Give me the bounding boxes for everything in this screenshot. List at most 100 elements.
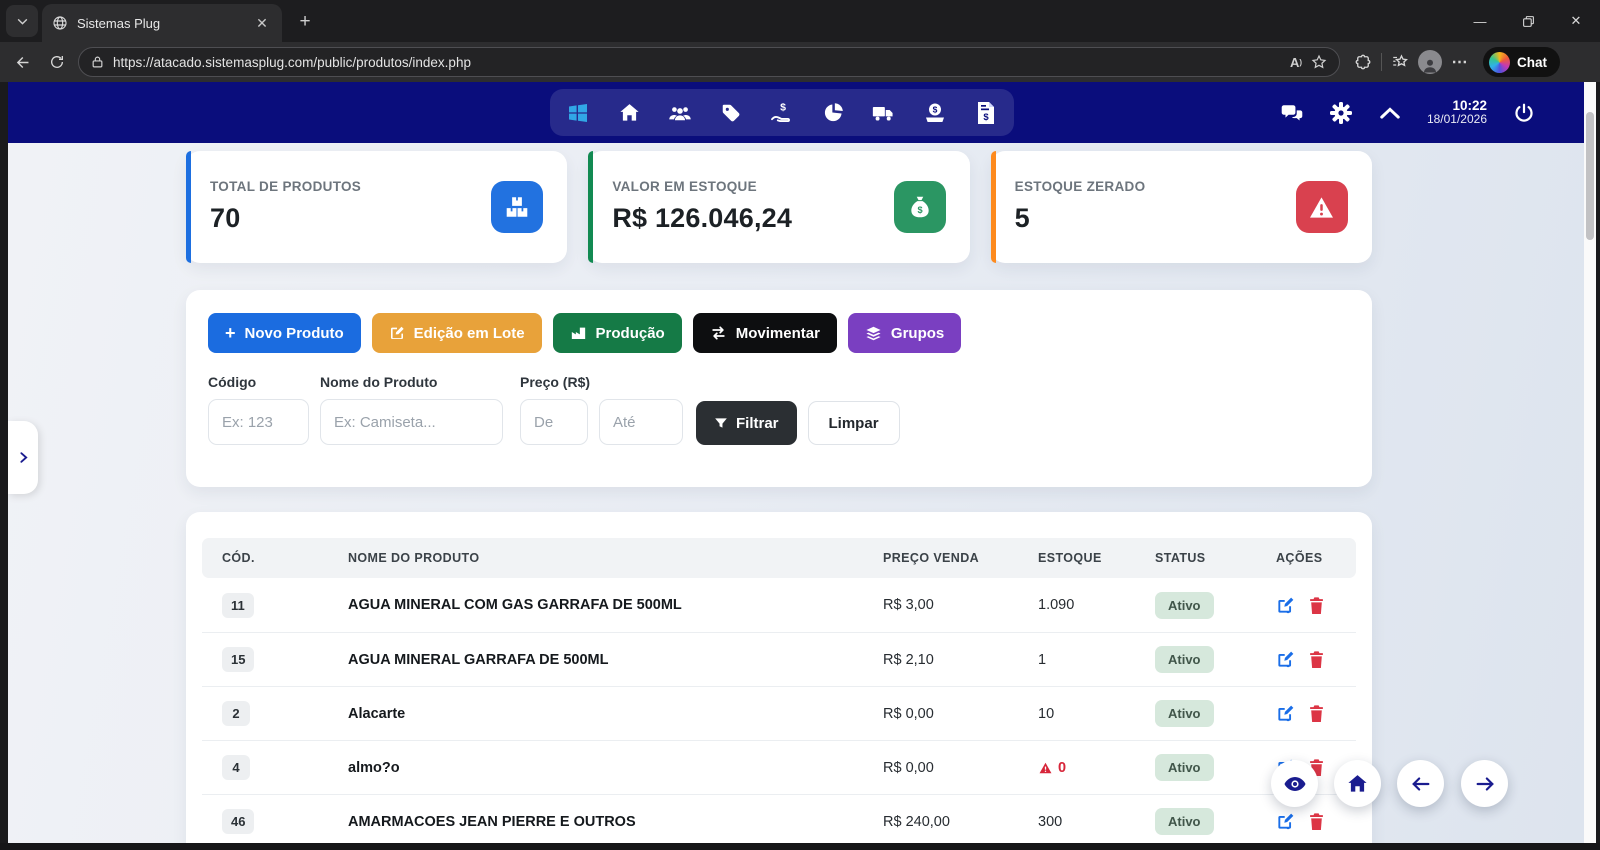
trash-icon[interactable] [1308, 596, 1325, 615]
web-page: $ $ $ [8, 82, 1584, 843]
edicao-em-lote-button[interactable]: Edição em Lote [372, 313, 542, 353]
tab-search-button[interactable] [6, 5, 38, 37]
preco-de-input[interactable] [520, 399, 588, 445]
col-header-status: STATUS [1155, 551, 1276, 565]
plus-icon: + [225, 323, 236, 344]
stat-accent [991, 151, 996, 263]
limpar-button[interactable]: Limpar [808, 401, 900, 445]
navbar-right: 10:22 18/01/2026 [1280, 82, 1536, 143]
maximize-button[interactable] [1504, 0, 1552, 42]
edit-pen-icon[interactable] [1276, 812, 1295, 831]
url-text[interactable]: https://atacado.sistemasplug.com/public/… [113, 55, 1281, 70]
producao-button[interactable]: Produção [553, 313, 682, 353]
toolbar-panel: + Novo Produto Edição em Lote Produção M… [186, 290, 1372, 487]
refresh-button[interactable] [40, 47, 74, 77]
nome-produto-label: Nome do Produto [320, 374, 503, 390]
extensions-icon[interactable] [1348, 47, 1378, 77]
product-stock: 1 [1038, 652, 1155, 668]
browser-window: Sistemas Plug ✕ + — ✕ https://atacado.si… [0, 0, 1600, 850]
edit-pen-icon[interactable] [1276, 596, 1295, 615]
filtrar-button[interactable]: Filtrar [696, 401, 797, 445]
hand-dollar-icon[interactable]: $ [770, 101, 794, 125]
navbar-clock: 10:22 18/01/2026 [1427, 98, 1487, 127]
table-row[interactable]: 46 AMARMACOES JEAN PIERRE E OUTROS R$ 24… [202, 794, 1356, 843]
minimize-button[interactable]: — [1456, 0, 1504, 42]
coin-slot-icon[interactable]: $ [923, 101, 947, 125]
globe-icon [52, 15, 68, 31]
power-icon[interactable] [1512, 101, 1536, 125]
warning-triangle-icon [1296, 181, 1348, 233]
clock-date: 18/01/2026 [1427, 113, 1487, 127]
status-badge: Ativo [1155, 646, 1214, 673]
sidebar-expander-button[interactable] [8, 421, 38, 494]
product-stock: 300 [1038, 814, 1155, 830]
back-button[interactable] [6, 47, 40, 77]
favorites-hub-icon[interactable] [1385, 47, 1415, 77]
product-name: Alacarte [348, 706, 883, 722]
address-bar[interactable]: https://atacado.sistemasplug.com/public/… [78, 47, 1340, 77]
copilot-chat-button[interactable]: Chat [1483, 47, 1560, 77]
layers-icon [865, 325, 882, 342]
users-icon[interactable] [668, 101, 692, 125]
col-header-acoes: AÇÕES [1276, 551, 1356, 565]
next-page-button[interactable] [1461, 760, 1508, 807]
product-code-badge: 11 [222, 593, 254, 618]
movimentar-button[interactable]: Movimentar [693, 313, 837, 353]
pie-chart-icon[interactable] [821, 101, 845, 125]
product-name: AGUA MINERAL GARRAFA DE 500ML [348, 652, 883, 668]
product-stock: 0 [1038, 760, 1155, 776]
invoice-dollar-icon[interactable]: $ [974, 101, 998, 125]
stat-label: ESTOQUE ZERADO [1015, 179, 1146, 194]
preco-ate-input[interactable] [599, 399, 683, 445]
scrollbar-thumb[interactable] [1586, 112, 1594, 240]
pen-square-icon [389, 325, 405, 341]
trash-icon[interactable] [1308, 812, 1325, 831]
action-buttons-row: + Novo Produto Edição em Lote Produção M… [208, 313, 1350, 353]
new-tab-button[interactable]: + [292, 9, 318, 35]
close-button[interactable]: ✕ [1552, 0, 1600, 42]
svg-text:$: $ [917, 205, 922, 215]
codigo-input[interactable] [208, 399, 309, 445]
browser-tab[interactable]: Sistemas Plug ✕ [42, 4, 282, 42]
svg-text:$: $ [983, 112, 989, 123]
more-options-icon[interactable]: ⋯ [1445, 47, 1475, 77]
read-aloud-icon[interactable]: A) [1290, 55, 1302, 70]
table-row[interactable]: 11 AGUA MINERAL COM GAS GARRAFA DE 500ML… [202, 578, 1356, 632]
gear-icon[interactable] [1329, 101, 1353, 125]
clock-time: 10:22 [1427, 98, 1487, 114]
stats-row: TOTAL DE PRODUTOS 70 VALOR EM ESTOQUE R$… [186, 151, 1372, 263]
favorite-star-icon[interactable] [1311, 54, 1327, 70]
chevron-up-icon[interactable] [1378, 101, 1402, 125]
table-header-row: CÓD. NOME DO PRODUTO PREÇO VENDA ESTOQUE… [202, 538, 1356, 578]
truck-icon[interactable] [872, 101, 896, 125]
factory-icon [570, 325, 587, 341]
page-scrollbar[interactable] [1584, 82, 1596, 843]
table-row[interactable]: 15 AGUA MINERAL GARRAFA DE 500ML R$ 2,10… [202, 632, 1356, 686]
tag-icon[interactable] [719, 101, 743, 125]
home-icon[interactable] [617, 101, 641, 125]
nome-produto-input[interactable] [320, 399, 503, 445]
product-code-badge: 2 [222, 701, 250, 726]
table-row[interactable]: 4 almo?o R$ 0,00 0 Ativo [202, 740, 1356, 794]
home-fab-button[interactable] [1334, 760, 1381, 807]
table-row[interactable]: 2 Alacarte R$ 0,00 10 Ativo [202, 686, 1356, 740]
arrow-right-icon [1474, 773, 1496, 795]
arrow-left-icon [15, 54, 32, 71]
eye-icon [1283, 772, 1307, 796]
tab-close-icon[interactable]: ✕ [252, 13, 272, 33]
grupos-button[interactable]: Grupos [848, 313, 961, 353]
stock-warning-icon [1038, 761, 1053, 775]
main-content: TOTAL DE PRODUTOS 70 VALOR EM ESTOQUE R$… [186, 143, 1372, 843]
edit-pen-icon[interactable] [1276, 704, 1295, 723]
windows-logo-icon[interactable] [566, 101, 590, 125]
novo-produto-button[interactable]: + Novo Produto [208, 313, 361, 353]
prev-page-button[interactable] [1397, 760, 1444, 807]
copilot-logo-icon [1489, 52, 1510, 73]
lock-icon[interactable] [91, 55, 104, 69]
profile-avatar[interactable] [1415, 47, 1445, 77]
chat-bubbles-icon[interactable] [1280, 101, 1304, 125]
edit-pen-icon[interactable] [1276, 650, 1295, 669]
trash-icon[interactable] [1308, 704, 1325, 723]
trash-icon[interactable] [1308, 650, 1325, 669]
preview-eye-button[interactable] [1271, 760, 1318, 807]
